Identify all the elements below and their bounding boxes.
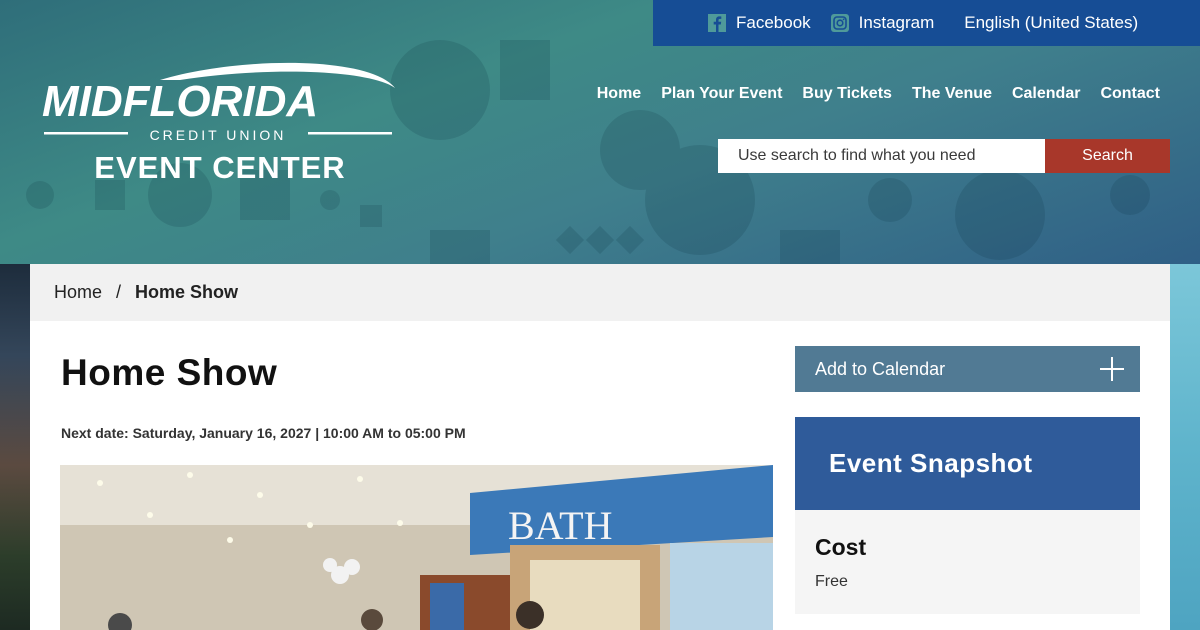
page-title: Home Show (61, 352, 278, 393)
logo-line1: MIDFLORIDA (42, 77, 318, 126)
breadcrumb-home[interactable]: Home (54, 282, 102, 303)
search-input[interactable] (718, 139, 1045, 173)
event-snapshot-header: Event Snapshot (795, 417, 1140, 510)
site-header: Facebook Instagram English (United State… (0, 0, 1200, 264)
search-button[interactable]: Search (1045, 139, 1170, 173)
facebook-icon (708, 14, 726, 32)
nav-the-venue[interactable]: The Venue (912, 85, 992, 103)
site-logo[interactable]: MIDFLORIDA CREDIT UNION EVENT CENTER (40, 58, 400, 188)
main-navigation: Home Plan Your Event Buy Tickets The Ven… (597, 85, 1160, 103)
breadcrumb-separator: / (116, 282, 122, 302)
logo-line3: EVENT CENTER (94, 150, 345, 185)
nav-contact[interactable]: Contact (1100, 85, 1160, 103)
breadcrumb: Home / Home Show (30, 264, 1170, 321)
background-photo-right (1170, 264, 1200, 630)
photo-sign-text: BATH (508, 503, 612, 548)
top-utility-bar: Facebook Instagram English (United State… (653, 0, 1200, 46)
nav-home[interactable]: Home (597, 85, 641, 103)
search-form: Search (718, 139, 1170, 173)
nav-plan-your-event[interactable]: Plan Your Event (661, 85, 782, 103)
nav-buy-tickets[interactable]: Buy Tickets (802, 85, 892, 103)
event-photo: BATH (60, 465, 773, 630)
add-to-calendar-label: Add to Calendar (815, 358, 946, 379)
next-date: Next date: Saturday, January 16, 2027 | … (61, 425, 466, 441)
cost-value: Free (815, 573, 848, 590)
cost-label: Cost (815, 534, 867, 560)
plus-icon (1100, 357, 1124, 381)
instagram-link[interactable]: Instagram (830, 13, 935, 33)
background-photo-left (0, 264, 30, 630)
facebook-label: Facebook (736, 13, 811, 32)
event-snapshot-body: Cost Free (795, 510, 1140, 614)
nav-calendar[interactable]: Calendar (1012, 85, 1080, 103)
language-selector[interactable]: English (United States) (964, 13, 1138, 33)
facebook-link[interactable]: Facebook (708, 13, 811, 33)
instagram-label: Instagram (858, 13, 935, 32)
breadcrumb-current: Home Show (135, 282, 239, 302)
add-to-calendar-button[interactable]: Add to Calendar (795, 346, 1140, 392)
instagram-icon (830, 14, 849, 32)
logo-line2: CREDIT UNION (150, 127, 287, 143)
